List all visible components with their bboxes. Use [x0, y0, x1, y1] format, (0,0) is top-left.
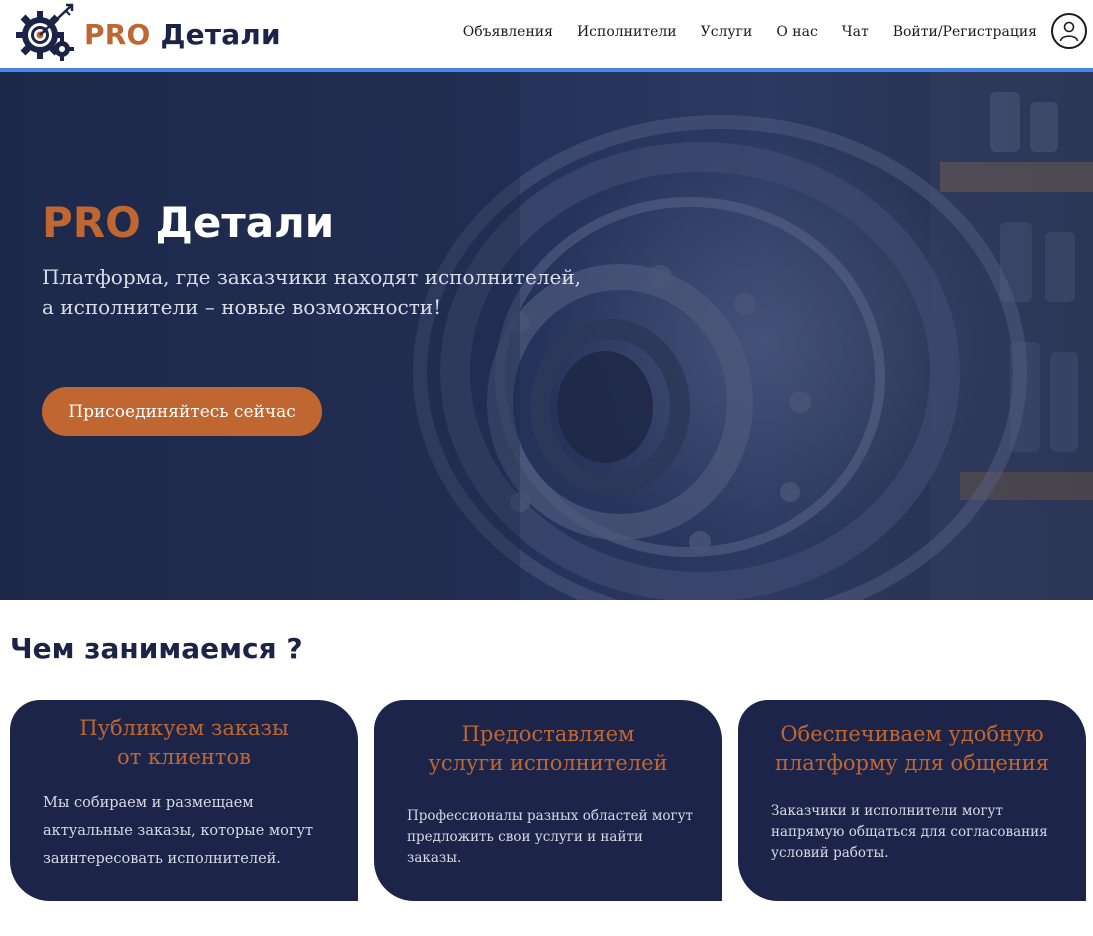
- nav-item-services[interactable]: Услуги: [701, 24, 753, 40]
- logo-text: PRO Детали: [84, 18, 281, 51]
- gear-target-arrow-logo-icon: [16, 3, 74, 61]
- feature-card-orders: Публикуем заказы от клиентов Мы собираем…: [10, 700, 358, 901]
- card-text-line: актуальные заказы, которые могут: [43, 823, 314, 839]
- card-text: Заказчики и исполнители могут напрямую о…: [771, 801, 1048, 864]
- card-title-line: услуги исполнителей: [428, 751, 668, 775]
- site-header: PRO Детали Объявления Исполнители Услуги…: [0, 0, 1093, 68]
- site-logo[interactable]: PRO Детали: [10, 0, 281, 68]
- card-title-line: Предоставляем: [461, 722, 635, 746]
- join-now-button[interactable]: Присоединяйтесь сейчас: [42, 387, 322, 436]
- card-title: Обеспечиваем удобную платформу для общен…: [738, 720, 1086, 778]
- hero-title-name: Детали: [155, 198, 335, 247]
- hero-subtitle-line: а исполнители – новые возможности!: [42, 295, 442, 319]
- nav-item-chat[interactable]: Чат: [842, 24, 869, 40]
- card-text-line: условий работы.: [771, 845, 889, 861]
- card-title-line: платформу для общения: [774, 751, 1050, 775]
- card-title-line: Публикуем заказы: [79, 716, 289, 740]
- feature-card-services: Предоставляем услуги исполнителей Профес…: [374, 700, 722, 901]
- card-text: Профессионалы разных областей могут пред…: [407, 806, 693, 869]
- nav-item-listings[interactable]: Объявления: [463, 24, 553, 40]
- card-title: Предоставляем услуги исполнителей: [374, 720, 722, 778]
- feature-card-communication: Обеспечиваем удобную платформу для общен…: [738, 700, 1086, 901]
- hero-banner: PRO Детали Платформа, где заказчики нахо…: [0, 72, 1093, 600]
- main-nav: Объявления Исполнители Услуги О нас Чат …: [463, 0, 1037, 64]
- card-text-line: предложить свои услуги и найти: [407, 829, 643, 845]
- card-text-line: Профессионалы разных областей могут: [407, 808, 694, 824]
- user-account-button[interactable]: [1051, 13, 1087, 49]
- logo-pro: PRO: [84, 17, 151, 51]
- card-text-line: Мы собираем и размещаем: [43, 795, 254, 811]
- card-text-line: напрямую общаться для согласования: [771, 824, 1048, 840]
- card-title: Публикуем заказы от клиентов: [10, 714, 358, 772]
- card-title-line: от клиентов: [117, 745, 251, 769]
- nav-item-login-register[interactable]: Войти/Регистрация: [893, 24, 1037, 40]
- hero-subtitle-line: Платформа, где заказчики находят исполни…: [42, 265, 582, 289]
- hero-subtitle: Платформа, где заказчики находят исполни…: [42, 262, 642, 322]
- card-text-line: Заказчики и исполнители могут: [771, 803, 1003, 819]
- card-text: Мы собираем и размещаем актуальные заказ…: [43, 789, 313, 873]
- nav-item-performers[interactable]: Исполнители: [577, 24, 677, 40]
- card-title-line: Обеспечиваем удобную: [780, 722, 1044, 746]
- card-text-line: заказы.: [407, 850, 462, 866]
- section-title: Чем занимаемся ?: [10, 632, 303, 665]
- hero-title-pro: PRO: [42, 198, 141, 247]
- nav-item-about[interactable]: О нас: [776, 24, 817, 40]
- hero-background-image: [0, 72, 1093, 600]
- logo-name: Детали: [160, 17, 281, 51]
- card-text-line: заинтересовать исполнителей.: [43, 851, 281, 867]
- hero-title: PRO Детали: [42, 198, 334, 247]
- user-icon: [1059, 21, 1079, 42]
